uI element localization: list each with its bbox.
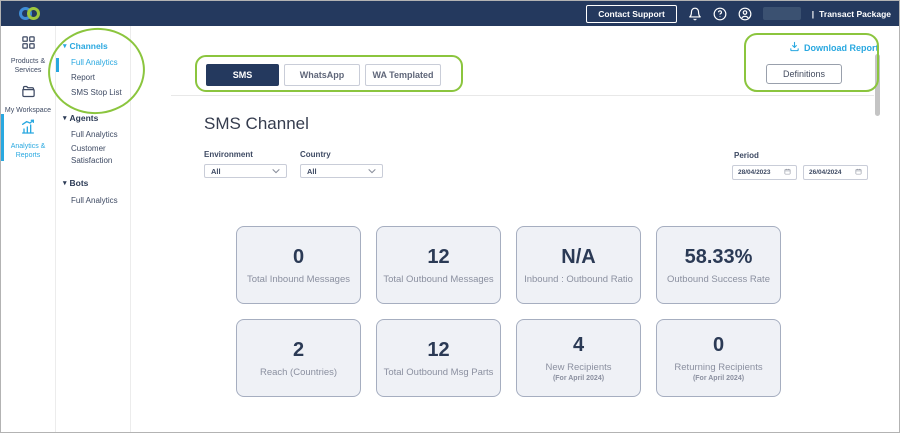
metric-label: Returning Recipients — [672, 362, 764, 373]
metric-value: 0 — [293, 246, 304, 269]
sidebar-item-customer-satisfaction[interactable]: Customer Satisfaction — [71, 143, 123, 167]
metric-label: Reach (Countries) — [258, 367, 339, 378]
metric-label: Total Outbound Messages — [381, 274, 495, 285]
sidebar-nav: ▾ Channels Full Analytics Report SMS Sto… — [56, 26, 131, 432]
metric-card-total-outbound-msg-parts: 12 Total Outbound Msg Parts — [376, 319, 501, 397]
environment-value: All — [211, 167, 221, 176]
download-report-label: Download Report — [804, 43, 879, 53]
header-divider — [171, 95, 874, 96]
metric-card-reach-countries: 2 Reach (Countries) — [236, 319, 361, 397]
sidebar-section-label: Channels — [70, 41, 108, 51]
icon-rail: Products & Services My Workspace Analyti… — [1, 26, 56, 432]
metric-card-inbound-outbound-ratio: N/A Inbound : Outbound Ratio — [516, 226, 641, 304]
rail-item-label: My Workspace — [5, 107, 51, 116]
period-to-value: 26/04/2024 — [809, 169, 842, 176]
metric-value: 4 — [573, 334, 584, 357]
app-window: Contact Support — [0, 0, 900, 433]
rail-item-analytics-reports[interactable]: Analytics & Reports — [1, 119, 55, 161]
sidebar-item-sms-stop-list[interactable]: SMS Stop List — [71, 87, 122, 99]
account-icon[interactable] — [738, 7, 752, 21]
metric-card-returning-recipients: 0 Returning Recipients (For April 2024) — [656, 319, 781, 397]
period-to-input[interactable]: 26/04/2024 — [803, 165, 868, 180]
user-name-redacted — [763, 7, 801, 20]
sidebar-item-bots-full-analytics[interactable]: Full Analytics — [71, 195, 118, 207]
period-from-input[interactable]: 28/04/2023 — [732, 165, 797, 180]
metric-sublabel: (For April 2024) — [693, 375, 744, 382]
sidebar-section-agents[interactable]: ▾ Agents — [63, 113, 98, 123]
metric-value: 12 — [427, 339, 449, 362]
metric-card-total-outbound: 12 Total Outbound Messages — [376, 226, 501, 304]
sidebar-section-channels[interactable]: ▾ Channels — [63, 41, 108, 51]
topbar-actions: Contact Support — [586, 5, 891, 23]
definitions-button[interactable]: Definitions — [766, 64, 842, 84]
folder-icon — [21, 84, 36, 104]
metric-value: 0 — [713, 334, 724, 357]
rail-item-label: Analytics & Reports — [1, 143, 55, 161]
metric-card-outbound-success-rate: 58.33% Outbound Success Rate — [656, 226, 781, 304]
package-separator: | — [812, 9, 814, 19]
period-label: Period — [734, 151, 759, 160]
top-bar: Contact Support — [1, 1, 899, 26]
metric-label: New Recipients — [544, 362, 614, 373]
metric-sublabel: (For April 2024) — [553, 375, 604, 382]
metric-value: N/A — [561, 246, 595, 269]
chevron-down-icon — [368, 167, 376, 176]
metric-card-total-inbound: 0 Total Inbound Messages — [236, 226, 361, 304]
sidebar-section-bots[interactable]: ▾ Bots — [63, 178, 88, 188]
sidebar-item-report[interactable]: Report — [71, 72, 95, 84]
country-label: Country — [300, 150, 331, 159]
bar-chart-icon — [20, 119, 36, 140]
metric-value: 12 — [427, 246, 449, 269]
caret-down-icon: ▾ — [63, 179, 67, 187]
rail-item-products-services[interactable]: Products & Services — [1, 35, 55, 76]
channel-tabs: SMS WhatsApp WA Templated — [206, 64, 441, 86]
metric-label: Outbound Success Rate — [665, 274, 772, 285]
tab-whatsapp[interactable]: WhatsApp — [284, 64, 360, 86]
package-label: | Transact Package — [812, 9, 891, 19]
vertical-scrollbar-thumb[interactable] — [875, 54, 880, 116]
download-report-link[interactable]: Download Report — [789, 41, 879, 54]
metric-value: 58.33% — [685, 246, 753, 269]
metric-card-new-recipients: 4 New Recipients (For April 2024) — [516, 319, 641, 397]
metric-label: Total Inbound Messages — [245, 274, 352, 285]
sidebar-active-indicator — [56, 58, 59, 72]
metric-cards-grid: 0 Total Inbound Messages 12 Total Outbou… — [236, 226, 781, 397]
brand-logo-icon — [19, 7, 40, 20]
sidebar-item-agents-full-analytics[interactable]: Full Analytics — [71, 129, 118, 141]
environment-select[interactable]: All — [204, 164, 287, 178]
metric-value: 2 — [293, 339, 304, 362]
environment-label: Environment — [204, 150, 253, 159]
country-value: All — [307, 167, 317, 176]
period-from-value: 28/04/2023 — [738, 169, 771, 176]
metric-label: Inbound : Outbound Ratio — [522, 274, 635, 285]
sidebar-item-full-analytics[interactable]: Full Analytics — [71, 57, 118, 69]
help-icon[interactable] — [713, 7, 727, 21]
metric-label: Total Outbound Msg Parts — [382, 367, 496, 378]
sidebar-section-label: Agents — [70, 113, 99, 123]
rail-item-my-workspace[interactable]: My Workspace — [1, 84, 55, 116]
tab-wa-templated[interactable]: WA Templated — [365, 64, 441, 86]
rail-active-indicator — [1, 114, 4, 161]
page-title: SMS Channel — [204, 114, 309, 134]
contact-support-button[interactable]: Contact Support — [586, 5, 677, 23]
caret-down-icon: ▾ — [63, 114, 67, 122]
bell-icon[interactable] — [688, 7, 702, 21]
country-select[interactable]: All — [300, 164, 383, 178]
rail-item-label: Products & Services — [1, 58, 55, 76]
calendar-icon — [855, 168, 862, 177]
caret-down-icon: ▾ — [63, 42, 67, 50]
package-name: Transact Package — [819, 9, 891, 19]
tab-sms[interactable]: SMS — [206, 64, 279, 86]
sidebar-section-label: Bots — [70, 178, 89, 188]
download-icon — [789, 41, 800, 54]
calendar-icon — [784, 168, 791, 177]
grid-icon — [21, 35, 36, 55]
logo-ring-green — [27, 7, 40, 20]
chevron-down-icon — [272, 167, 280, 176]
